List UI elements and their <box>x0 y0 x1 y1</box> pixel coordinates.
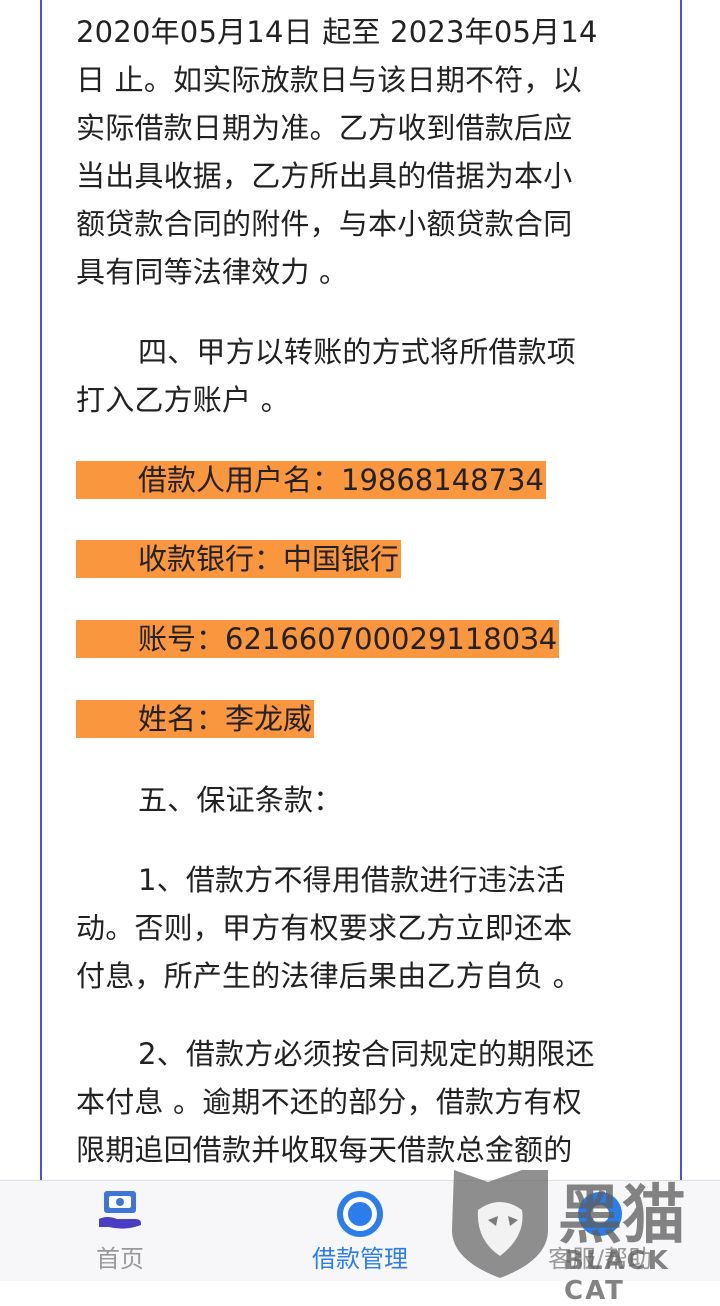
username-text: 借款人用户名：19868148734 <box>138 463 544 497</box>
highlight-account-number: 账号：6216607000291180З4 <box>76 620 560 658</box>
name-text: 姓名：李龙威 <box>138 702 313 736</box>
contract-document: 2020年05月14日 起至 2023年05月14 日 止。如实际放款日与该日期… <box>40 0 682 1180</box>
loan-target-icon <box>335 1189 385 1243</box>
paragraph-loan-term: 2020年05月14日 起至 2023年05月14 日 止。如实际放款日与该日期… <box>76 8 646 296</box>
text-line: 当出具收据，乙方所出具的借据为本小 <box>76 159 573 193</box>
highlight-username: 借款人用户名：19868148734 <box>76 461 546 499</box>
text-line: 四、甲方以转账的方式将所借款项 <box>138 335 577 369</box>
text-line: 1、借款方不得用借款进行违法活 <box>138 863 566 897</box>
highlight-bank: 收款银行：中国银行 <box>76 540 402 578</box>
clause-2: 2、借款方必须按合同规定的期限还 本付息 。逾期不还的部分，借款方有权 限期追回… <box>76 1030 646 1174</box>
highlight-name: 姓名：李龙威 <box>76 700 315 738</box>
tab-loan-management[interactable]: 借款管理 <box>240 1181 480 1281</box>
text-line: 实际借款日期为准。乙方收到借款后应 <box>76 111 573 145</box>
text-line: 2020年05月14日 起至 2023年05月14 <box>76 15 598 49</box>
section-5-title: 五、保证条款： <box>76 776 646 824</box>
account-bank-row: 收款银行：中国银行 <box>76 540 402 578</box>
tab-loan-management-label: 借款管理 <box>312 1245 408 1273</box>
text-line: 动。否则，甲方有权要求乙方立即还本 <box>76 911 573 945</box>
clause-1: 1、借款方不得用借款进行违法活 动。否则，甲方有权要求乙方立即还本 付息，所产生… <box>76 856 646 1000</box>
text-line: 付息，所产生的法律后果由乙方自负 。 <box>76 959 582 993</box>
text-line: 额贷款合同的附件，与本小额贷款合同 <box>76 207 573 241</box>
home-wallet-icon <box>95 1189 145 1237</box>
text-line: 2、借款方必须按合同规定的期限还 <box>138 1037 595 1071</box>
text-line: 具有同等法律效力 。 <box>76 255 349 289</box>
watermark-cn-text: 黑猫 <box>558 1179 686 1253</box>
account-name-row: 姓名：李龙威 <box>76 700 315 738</box>
text-line: 打入乙方账户 。 <box>76 383 290 417</box>
text-line: 本付息 。逾期不还的部分，借款方有权 <box>76 1085 582 1119</box>
watermark-en-text: BLACK CAT <box>564 1246 670 1306</box>
account-username-row: 借款人用户名：19868148734 <box>76 461 546 499</box>
account-number-row: 账号：6216607000291180З4 <box>76 620 560 658</box>
tab-home[interactable]: 首页 <box>0 1181 240 1281</box>
text-line: 五、保证条款： <box>138 783 343 817</box>
blackcat-watermark: 黑猫 BLACK CAT <box>448 1160 720 1306</box>
bank-text: 收款银行：中国银行 <box>138 542 400 576</box>
text-line: 日 止。如实际放款日与该日期不符，以 <box>76 63 582 97</box>
paragraph-transfer: 四、甲方以转账的方式将所借款项 打入乙方账户 。 <box>76 328 646 424</box>
account-number-text: 账号：6216607000291180З4 <box>138 622 558 656</box>
tab-home-label: 首页 <box>96 1245 144 1273</box>
